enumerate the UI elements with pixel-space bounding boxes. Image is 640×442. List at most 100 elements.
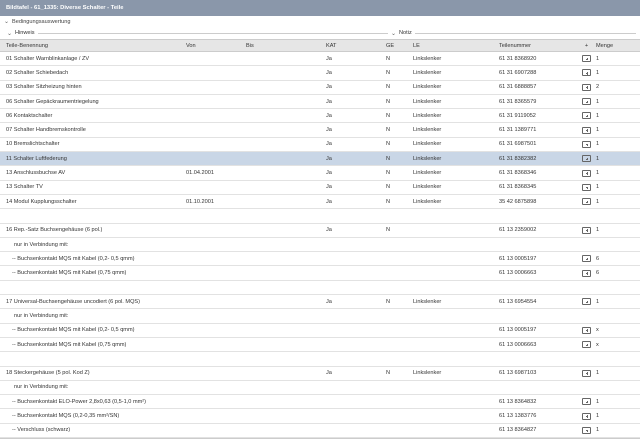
part-ge: N bbox=[386, 112, 391, 119]
add-to-cart-icon[interactable] bbox=[582, 126, 591, 134]
table-row[interactable]: 14 Modul Kupplungsschalter 01.10.2001 Ja N L… bbox=[0, 195, 640, 210]
add-to-cart-icon[interactable] bbox=[582, 69, 591, 77]
table-row[interactable]: nur in Verbindung mit: bbox=[0, 381, 640, 396]
column-header-le[interactable]: LE bbox=[413, 43, 499, 49]
table-row[interactable]: 01 Schalter Warnblinkanlage / ZV Ja N Links… bbox=[0, 52, 640, 67]
add-cell bbox=[577, 198, 596, 206]
add-to-cart-icon[interactable] bbox=[582, 398, 591, 406]
part-menge: 1 bbox=[596, 127, 600, 134]
add-to-cart-icon[interactable] bbox=[582, 341, 591, 349]
table-row[interactable]: -- Buchsenkontakt MQS (0,2-0,35 mm²/SN) 6… bbox=[0, 409, 640, 424]
part-menge: 1 bbox=[596, 198, 600, 205]
part-kat: Ja bbox=[326, 69, 332, 76]
table-row[interactable]: 06 Kontaktschalter Ja N Linkslenker 61 31 91… bbox=[0, 109, 640, 124]
add-to-cart-icon[interactable] bbox=[582, 140, 591, 148]
chevron-down-icon: ⌄ bbox=[391, 30, 397, 37]
table-row[interactable]: 13 Anschlussbuchse AV 01.04.2001 Ja N Linksl… bbox=[0, 166, 640, 181]
add-to-cart-icon[interactable] bbox=[582, 55, 591, 63]
column-header-add[interactable]: + bbox=[577, 43, 596, 49]
part-number: 61 31 1389771 bbox=[499, 127, 537, 134]
table-row[interactable]: -- Buchsenkontakt MQS mit Kabel (0,75 qm… bbox=[0, 266, 640, 281]
part-menge: 1 bbox=[596, 298, 600, 305]
table-row[interactable]: -- Buchsenkontakt MQS mit Kabel (0,75 qm… bbox=[0, 338, 640, 353]
table-row[interactable]: nur in Verbindung mit: bbox=[0, 309, 640, 324]
part-le: Linkslenker bbox=[413, 69, 442, 76]
part-le: Linkslenker bbox=[413, 141, 442, 148]
part-name: 13 Schalter TV bbox=[6, 184, 43, 191]
part-number: 61 31 8365579 bbox=[499, 98, 537, 105]
column-header-teilenummer[interactable]: Teilenummer bbox=[499, 43, 577, 49]
add-cell bbox=[577, 83, 596, 91]
table-row[interactable]: 17 Universal-Buchsengehäuse uncodiert (6… bbox=[0, 295, 640, 310]
part-menge: 1 bbox=[596, 98, 600, 105]
bedingung-label: Bedingungsauswertung bbox=[12, 18, 71, 25]
column-header-menge[interactable]: Menge bbox=[596, 43, 636, 49]
add-to-cart-icon[interactable] bbox=[582, 269, 591, 277]
add-to-cart-icon[interactable] bbox=[582, 155, 591, 163]
bedingung-section-toggle[interactable]: ⌄ Bedingungsauswertung bbox=[0, 16, 640, 27]
add-to-cart-icon[interactable] bbox=[582, 83, 591, 91]
column-header-kat[interactable]: KAT bbox=[326, 43, 386, 49]
add-to-cart-icon[interactable] bbox=[582, 255, 591, 263]
part-le: Linkslenker bbox=[413, 184, 442, 191]
part-name: 06 Kontaktschalter bbox=[6, 112, 53, 119]
column-header-ge[interactable]: GE bbox=[386, 43, 413, 49]
add-to-cart-icon[interactable] bbox=[582, 169, 591, 177]
part-kat: Ja bbox=[326, 170, 332, 177]
add-to-cart-icon[interactable] bbox=[582, 369, 591, 377]
part-number: 61 31 8382382 bbox=[499, 155, 537, 162]
add-cell bbox=[577, 69, 596, 77]
table-row[interactable]: nur in Verbindung mit: bbox=[0, 238, 640, 253]
divider bbox=[14, 33, 636, 34]
add-to-cart-icon[interactable] bbox=[582, 412, 591, 420]
add-cell bbox=[577, 98, 596, 106]
part-ge: N bbox=[386, 227, 391, 234]
add-to-cart-icon[interactable] bbox=[582, 326, 591, 334]
column-header-benennung[interactable]: Teile-Benennung bbox=[0, 43, 186, 49]
part-kat: Ja bbox=[326, 55, 332, 62]
part-le: Linkslenker bbox=[413, 298, 442, 305]
part-menge: 1 bbox=[596, 370, 600, 377]
part-number: 61 31 6888857 bbox=[499, 84, 537, 91]
part-ge: N bbox=[386, 69, 391, 76]
hinweis-toggle[interactable]: ⌄ Hinweis bbox=[4, 29, 38, 37]
part-name: 11 Schalter Luftfederung bbox=[6, 155, 67, 162]
part-menge: 1 bbox=[596, 398, 600, 405]
add-cell bbox=[577, 412, 596, 420]
part-kat: Ja bbox=[326, 155, 332, 162]
part-menge: 1 bbox=[596, 170, 600, 177]
part-number: 61 13 0005197 bbox=[499, 327, 537, 334]
column-header-von[interactable]: Von bbox=[186, 43, 246, 49]
add-to-cart-icon[interactable] bbox=[582, 98, 591, 106]
notiz-toggle[interactable]: ⌄ Notiz bbox=[388, 27, 415, 39]
table-row[interactable]: -- Verschluss (schwarz) 61 13 8364827 1 bbox=[0, 424, 640, 439]
part-kat: Ja bbox=[326, 84, 332, 91]
column-header-bis[interactable]: Bis bbox=[246, 43, 326, 49]
part-menge: 1 bbox=[596, 413, 600, 420]
table-row[interactable]: 07 Schalter Handbremskontrolle Ja N Linksle… bbox=[0, 123, 640, 138]
table-row[interactable]: -- Buchsenkontakt ELO-Power 2,8x0,63 (0,… bbox=[0, 395, 640, 410]
part-menge: 1 bbox=[596, 155, 600, 162]
part-number: 35 42 6875898 bbox=[499, 198, 537, 205]
chevron-down-icon: ⌄ bbox=[7, 30, 13, 37]
add-to-cart-icon[interactable] bbox=[582, 183, 591, 191]
table-row[interactable]: -- Buchsenkontakt MQS mit Kabel (0,2- 0,… bbox=[0, 252, 640, 267]
table-row[interactable]: -- Buchsenkontakt MQS mit Kabel (0,2- 0,… bbox=[0, 324, 640, 338]
table-row[interactable]: 10 Bremslichtschalter Ja N Linkslenker 61 31… bbox=[0, 138, 640, 153]
add-to-cart-icon[interactable] bbox=[582, 112, 591, 120]
table-row[interactable]: 06 Schalter Gepäckraumentriegelung Ja N Lin… bbox=[0, 95, 640, 110]
table-row[interactable]: 02 Schalter Schiebedach Ja N Linkslenker 61 … bbox=[0, 66, 640, 81]
table-row[interactable]: 11 Schalter Luftfederung Ja N Linkslenker 61… bbox=[0, 152, 640, 167]
add-to-cart-icon[interactable] bbox=[582, 226, 591, 234]
part-menge: 1 bbox=[596, 141, 600, 148]
add-to-cart-icon[interactable] bbox=[582, 198, 591, 206]
add-cell bbox=[577, 398, 596, 406]
spacer-row bbox=[0, 281, 640, 296]
part-number: 61 31 9119052 bbox=[499, 112, 536, 119]
table-row[interactable]: 03 Schalter Sitzheizung hinten Ja N Linksle… bbox=[0, 81, 640, 95]
table-row[interactable]: 16 Rep.-Satz Buchsengehäuse (6 pol.) Ja N 6… bbox=[0, 224, 640, 238]
table-row[interactable]: 18 Steckergehäuse (5 pol. Kod Z) Ja N Links… bbox=[0, 367, 640, 381]
add-to-cart-icon[interactable] bbox=[582, 298, 591, 306]
add-to-cart-icon[interactable] bbox=[582, 426, 591, 434]
table-row[interactable]: 13 Schalter TV Ja N Linkslenker 61 31 836834… bbox=[0, 181, 640, 195]
